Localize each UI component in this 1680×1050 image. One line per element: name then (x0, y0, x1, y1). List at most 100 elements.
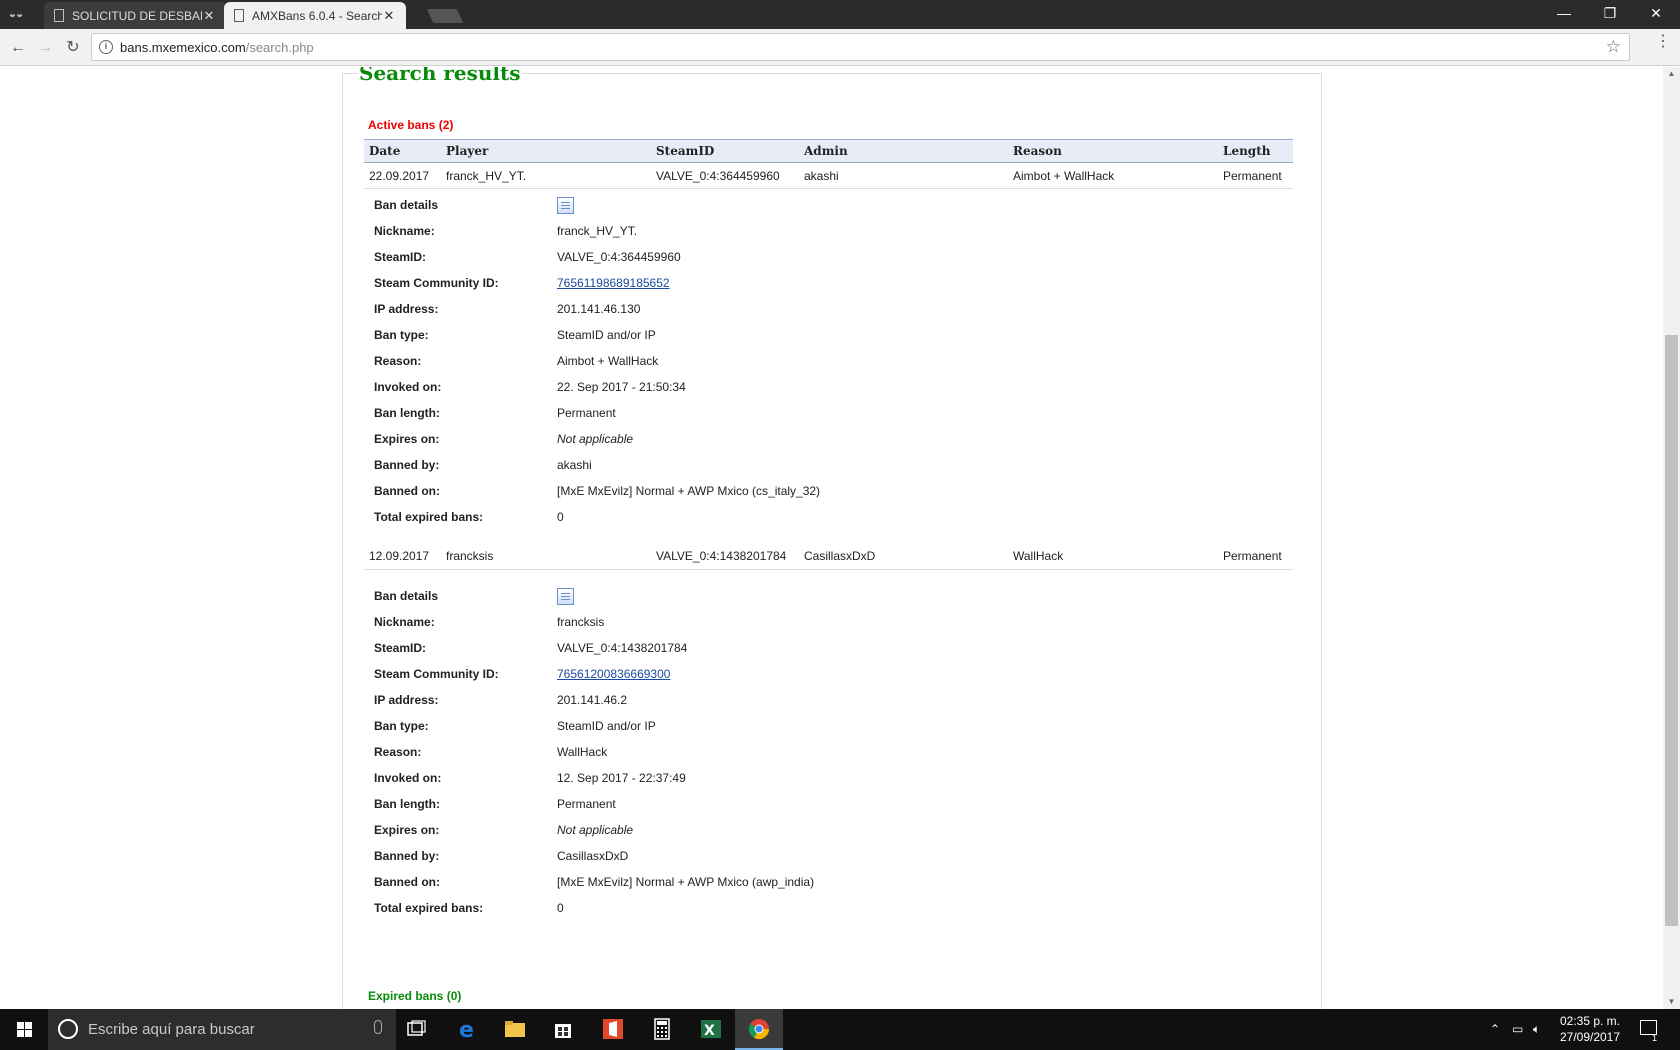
tab-title: SOLICITUD DE DESBANE (72, 8, 202, 23)
steamid-label: SteamID: (374, 250, 427, 264)
banned-on-value: [MxE MxEvilz] Normal + AWP Mxico (cs_ita… (557, 484, 821, 498)
active-bans-table-row-2: 12.09.2017 francksis VALVE_0:4:143820178… (364, 543, 1293, 570)
page-viewport: Search results Active bans (2) Date Play… (0, 67, 1663, 1009)
reason-label: Reason: (374, 354, 422, 368)
tab-amxbans-search[interactable]: AMXBans 6.0.4 - Search ✕ (224, 2, 406, 29)
ban-reason: WallHack (1008, 543, 1218, 570)
chrome-button[interactable] (735, 1009, 783, 1050)
volume-icon[interactable]: 🔈︎ (1533, 1022, 1540, 1037)
minimize-button[interactable]: — (1541, 0, 1587, 29)
network-icon[interactable]: ▭ (1512, 1022, 1523, 1036)
nickname-value: franck_HV_YT. (557, 224, 638, 238)
task-view-icon (407, 1020, 426, 1036)
reason-label: Reason: (374, 745, 422, 759)
page-icon (234, 9, 244, 22)
taskbar-search-box[interactable]: Escribe aquí para buscar (48, 1009, 396, 1050)
invoked-label: Invoked on: (374, 380, 442, 394)
document-icon[interactable] (557, 197, 574, 214)
total-expired-value: 0 (557, 901, 564, 915)
start-button[interactable] (0, 1009, 48, 1050)
excel-button[interactable]: X (687, 1009, 735, 1050)
ban-steamid: VALVE_0:4:1438201784 (651, 543, 799, 570)
col-steamid: SteamID (651, 139, 799, 163)
ip-value: 201.141.46.2 (557, 693, 628, 707)
clock-date: 27/09/2017 (1559, 1030, 1621, 1044)
banned-on-value: [MxE MxEvilz] Normal + AWP Mxico (awp_in… (557, 875, 815, 889)
ban-type-value: SteamID and/or IP (557, 328, 656, 342)
nickname-label: Nickname: (374, 615, 435, 629)
col-date: Date (364, 139, 441, 163)
reason-value: Aimbot + WallHack (557, 354, 659, 368)
reload-icon[interactable]: ↻ (62, 37, 84, 59)
col-admin: Admin (799, 139, 1008, 163)
close-window-button[interactable]: ✕ (1633, 0, 1679, 29)
ban-type-label: Ban type: (374, 719, 429, 733)
ban-player: francksis (441, 543, 651, 570)
store-button[interactable] (539, 1009, 587, 1050)
nickname-label: Nickname: (374, 224, 435, 238)
scrollbar-thumb[interactable] (1665, 335, 1678, 926)
page-icon (54, 9, 64, 22)
bookmark-star-icon[interactable]: ☆ (1606, 37, 1621, 57)
table-header-row: Date Player SteamID Admin Reason Length (364, 139, 1293, 163)
calculator-icon (654, 1018, 670, 1040)
chrome-icon (748, 1019, 770, 1040)
back-arrow-icon[interactable]: ← (7, 37, 29, 59)
folder-icon (505, 1021, 525, 1037)
svg-text:X: X (704, 1023, 715, 1039)
ip-value: 201.141.46.130 (557, 302, 641, 316)
document-icon[interactable] (557, 588, 574, 605)
cortana-icon (58, 1019, 78, 1039)
ip-label: IP address: (374, 693, 439, 707)
incognito-icon: ◒◒ (8, 7, 24, 21)
file-explorer-button[interactable] (491, 1009, 539, 1050)
total-expired-value: 0 (557, 510, 564, 524)
address-bar[interactable]: i bans.mxemexico.com/search.php ☆ (91, 33, 1630, 61)
vertical-scrollbar[interactable]: ▲ ▼ (1663, 67, 1680, 1009)
scroll-down-arrow-icon[interactable]: ▼ (1663, 995, 1680, 1009)
notification-count-badge: 1 (1652, 1033, 1658, 1043)
ban-details-2: Ban details Nickname: francksis SteamID: V… (374, 584, 974, 922)
search-placeholder: Escribe aquí para buscar (88, 1021, 255, 1038)
microphone-icon[interactable] (374, 1020, 382, 1034)
scroll-up-arrow-icon[interactable]: ▲ (1663, 67, 1680, 81)
clock-time: 02:35 p. m. (1559, 1014, 1621, 1028)
table-row[interactable]: 22.09.2017 franck_HV_YT. VALVE_0:4:36445… (364, 162, 1293, 189)
community-id-link[interactable]: 76561200836669300 (557, 667, 670, 681)
ban-details-1: Ban details Nickname: franck_HV_YT. Steam… (374, 193, 974, 531)
ban-steamid: VALVE_0:4:364459960 (651, 162, 799, 189)
tab-solicitud[interactable]: SOLICITUD DE DESBANE ✕ (44, 2, 226, 29)
nickname-value: francksis (557, 615, 605, 629)
table-row[interactable]: 12.09.2017 francksis VALVE_0:4:143820178… (364, 543, 1293, 570)
expires-label: Expires on: (374, 823, 440, 837)
ban-admin: akashi (799, 162, 1008, 189)
steamid-value: VALVE_0:4:1438201784 (557, 641, 688, 655)
edge-button[interactable]: e (443, 1009, 491, 1050)
info-icon[interactable]: i (99, 40, 113, 54)
new-tab-button[interactable] (426, 9, 464, 23)
calculator-button[interactable] (638, 1009, 686, 1050)
url-text[interactable]: bans.mxemexico.com/search.php (120, 40, 314, 55)
banned-on-label: Banned on: (374, 875, 440, 889)
invoked-label: Invoked on: (374, 771, 442, 785)
ban-reason: Aimbot + WallHack (1008, 162, 1218, 189)
menu-dots-icon[interactable]: ⋮ (1655, 34, 1671, 50)
invoked-value: 12. Sep 2017 - 22:37:49 (557, 771, 686, 785)
ban-type-value: SteamID and/or IP (557, 719, 656, 733)
forward-arrow-icon[interactable]: → (34, 37, 56, 59)
community-id-link[interactable]: 76561198689185652 (557, 276, 670, 290)
close-tab-icon[interactable]: ✕ (202, 8, 216, 24)
task-view-button[interactable] (392, 1009, 440, 1050)
ban-admin: CasillasxDxD (799, 543, 1008, 570)
office-button[interactable] (589, 1009, 637, 1050)
restore-button[interactable]: ❐ (1587, 0, 1633, 29)
col-player: Player (441, 139, 651, 163)
windows-taskbar: Escribe aquí para buscar e X ⌃ ▭ 🔈︎ 02:3… (0, 1009, 1680, 1050)
steamid-value: VALVE_0:4:364459960 (557, 250, 681, 264)
show-hidden-icons-chevron-up-icon[interactable]: ⌃ (1490, 1022, 1500, 1036)
invoked-value: 22. Sep 2017 - 21:50:34 (557, 380, 686, 394)
windows-logo-icon (17, 1022, 32, 1037)
close-tab-icon[interactable]: ✕ (382, 8, 396, 24)
total-expired-label: Total expired bans: (374, 510, 484, 524)
taskbar-clock[interactable]: 02:35 p. m. 27/09/2017 (1555, 1013, 1625, 1045)
